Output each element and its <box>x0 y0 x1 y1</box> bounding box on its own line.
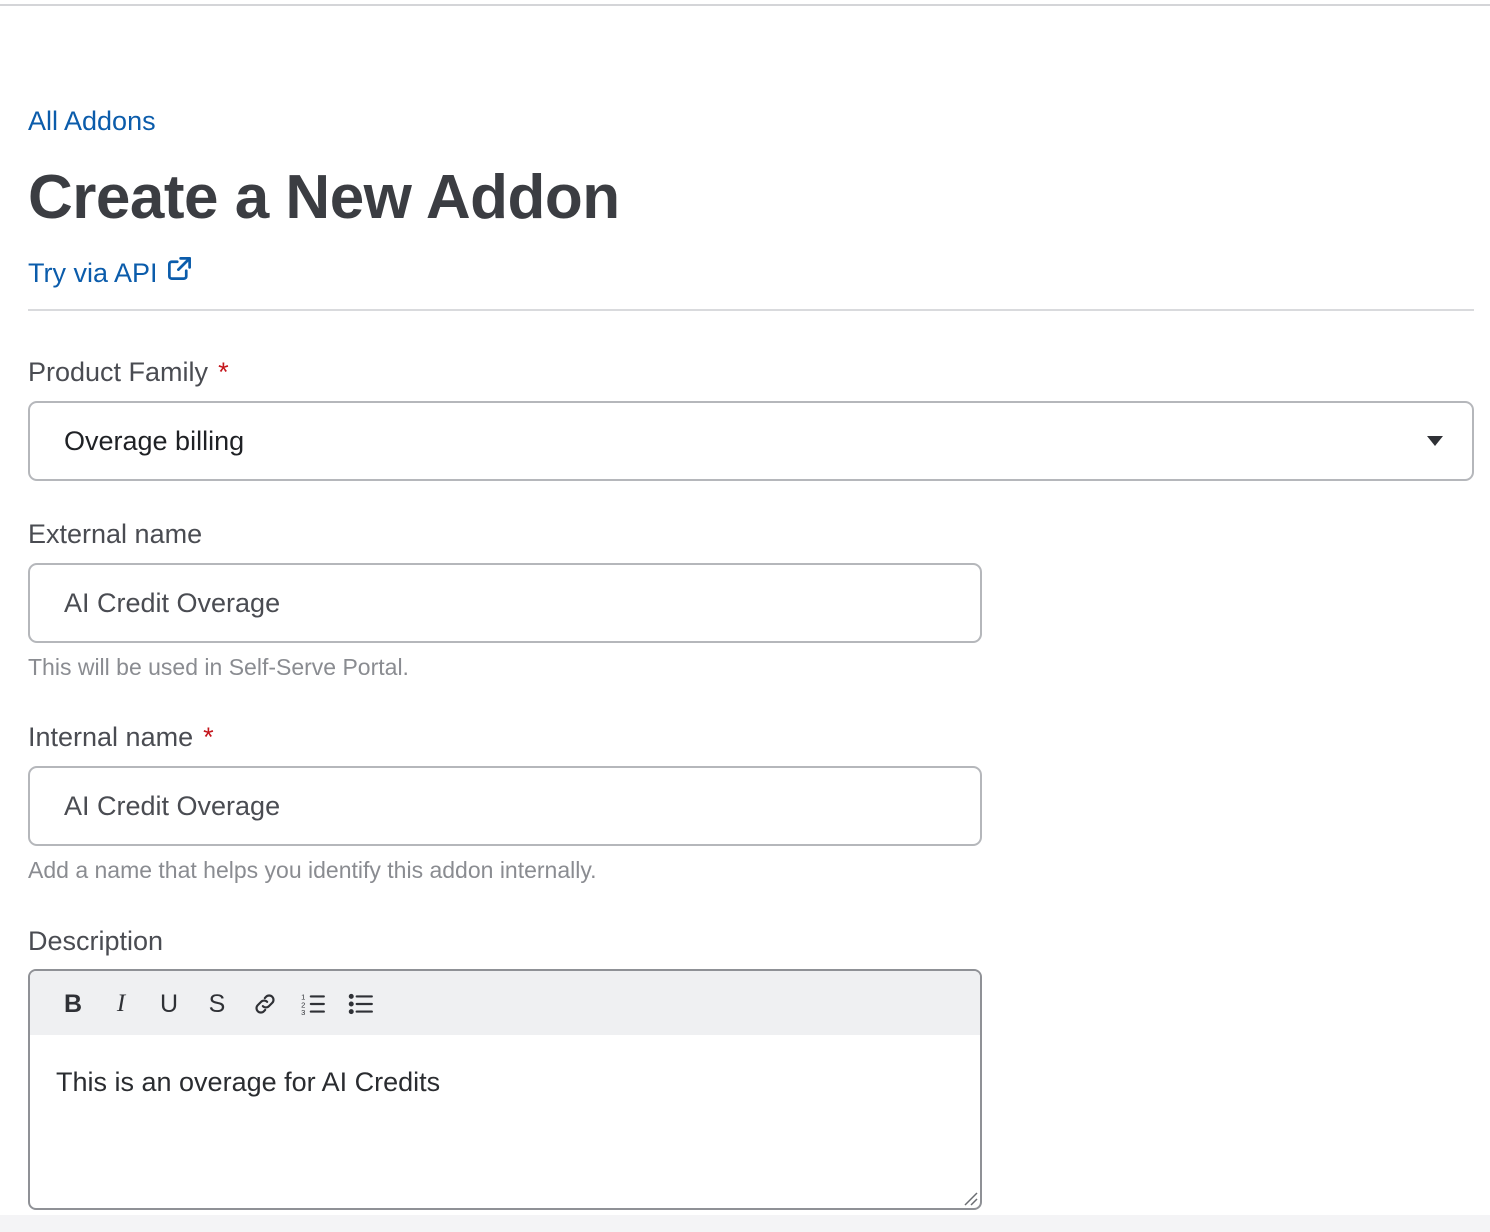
product-family-selected-value: Overage billing <box>64 426 245 456</box>
internal-name-label-text: Internal name <box>28 722 194 752</box>
external-name-help-text: This will be used in Self-Serve Portal. <box>28 654 409 680</box>
italic-button[interactable]: I <box>104 987 138 1021</box>
external-name-input[interactable]: AI Credit Overage <box>28 563 982 643</box>
external-name-label: External name <box>28 519 203 549</box>
link-icon <box>255 994 275 1014</box>
internal-name-value: AI Credit Overage <box>64 791 281 821</box>
svg-text:3: 3 <box>301 1008 305 1017</box>
header-divider <box>28 309 1474 311</box>
editor-toolbar: B I U S 1 2 3 <box>30 971 980 1035</box>
top-divider <box>0 4 1490 6</box>
bullet-list-button[interactable] <box>344 987 378 1021</box>
breadcrumb-all-addons-link[interactable]: All Addons <box>28 104 156 138</box>
ordered-list-button[interactable]: 1 2 3 <box>296 987 330 1021</box>
try-via-api-label: Try via API <box>28 257 158 288</box>
bullet-list-icon <box>348 993 373 1015</box>
internal-name-help-text: Add a name that helps you identify this … <box>28 857 597 883</box>
bold-button[interactable]: B <box>56 987 90 1021</box>
page-title: Create a New Addon <box>28 163 620 232</box>
link-button[interactable] <box>248 987 282 1021</box>
required-marker: * <box>218 357 229 387</box>
ordered-list-icon: 1 2 3 <box>301 993 325 1017</box>
page-footer-band <box>0 1215 1490 1232</box>
description-text[interactable]: This is an overage for AI Credits <box>56 1065 440 1099</box>
product-family-label-text: Product Family <box>28 357 209 387</box>
description-editor[interactable]: B I U S 1 2 3 This is an overage for AI … <box>28 969 982 1210</box>
product-family-select[interactable]: Overage billing <box>28 401 1474 481</box>
required-marker: * <box>203 722 214 752</box>
external-name-value: AI Credit Overage <box>64 588 281 618</box>
description-label: Description <box>28 926 164 956</box>
underline-button[interactable]: U <box>152 987 186 1021</box>
chevron-down-icon <box>1427 436 1443 446</box>
strikethrough-button[interactable]: S <box>200 987 234 1021</box>
product-family-label: Product Family * <box>28 355 229 389</box>
try-via-api-link[interactable]: Try via API <box>28 255 193 290</box>
resize-handle-icon[interactable] <box>962 1190 978 1206</box>
internal-name-label: Internal name * <box>28 720 214 754</box>
external-link-icon <box>166 255 193 290</box>
internal-name-input[interactable]: AI Credit Overage <box>28 766 982 846</box>
